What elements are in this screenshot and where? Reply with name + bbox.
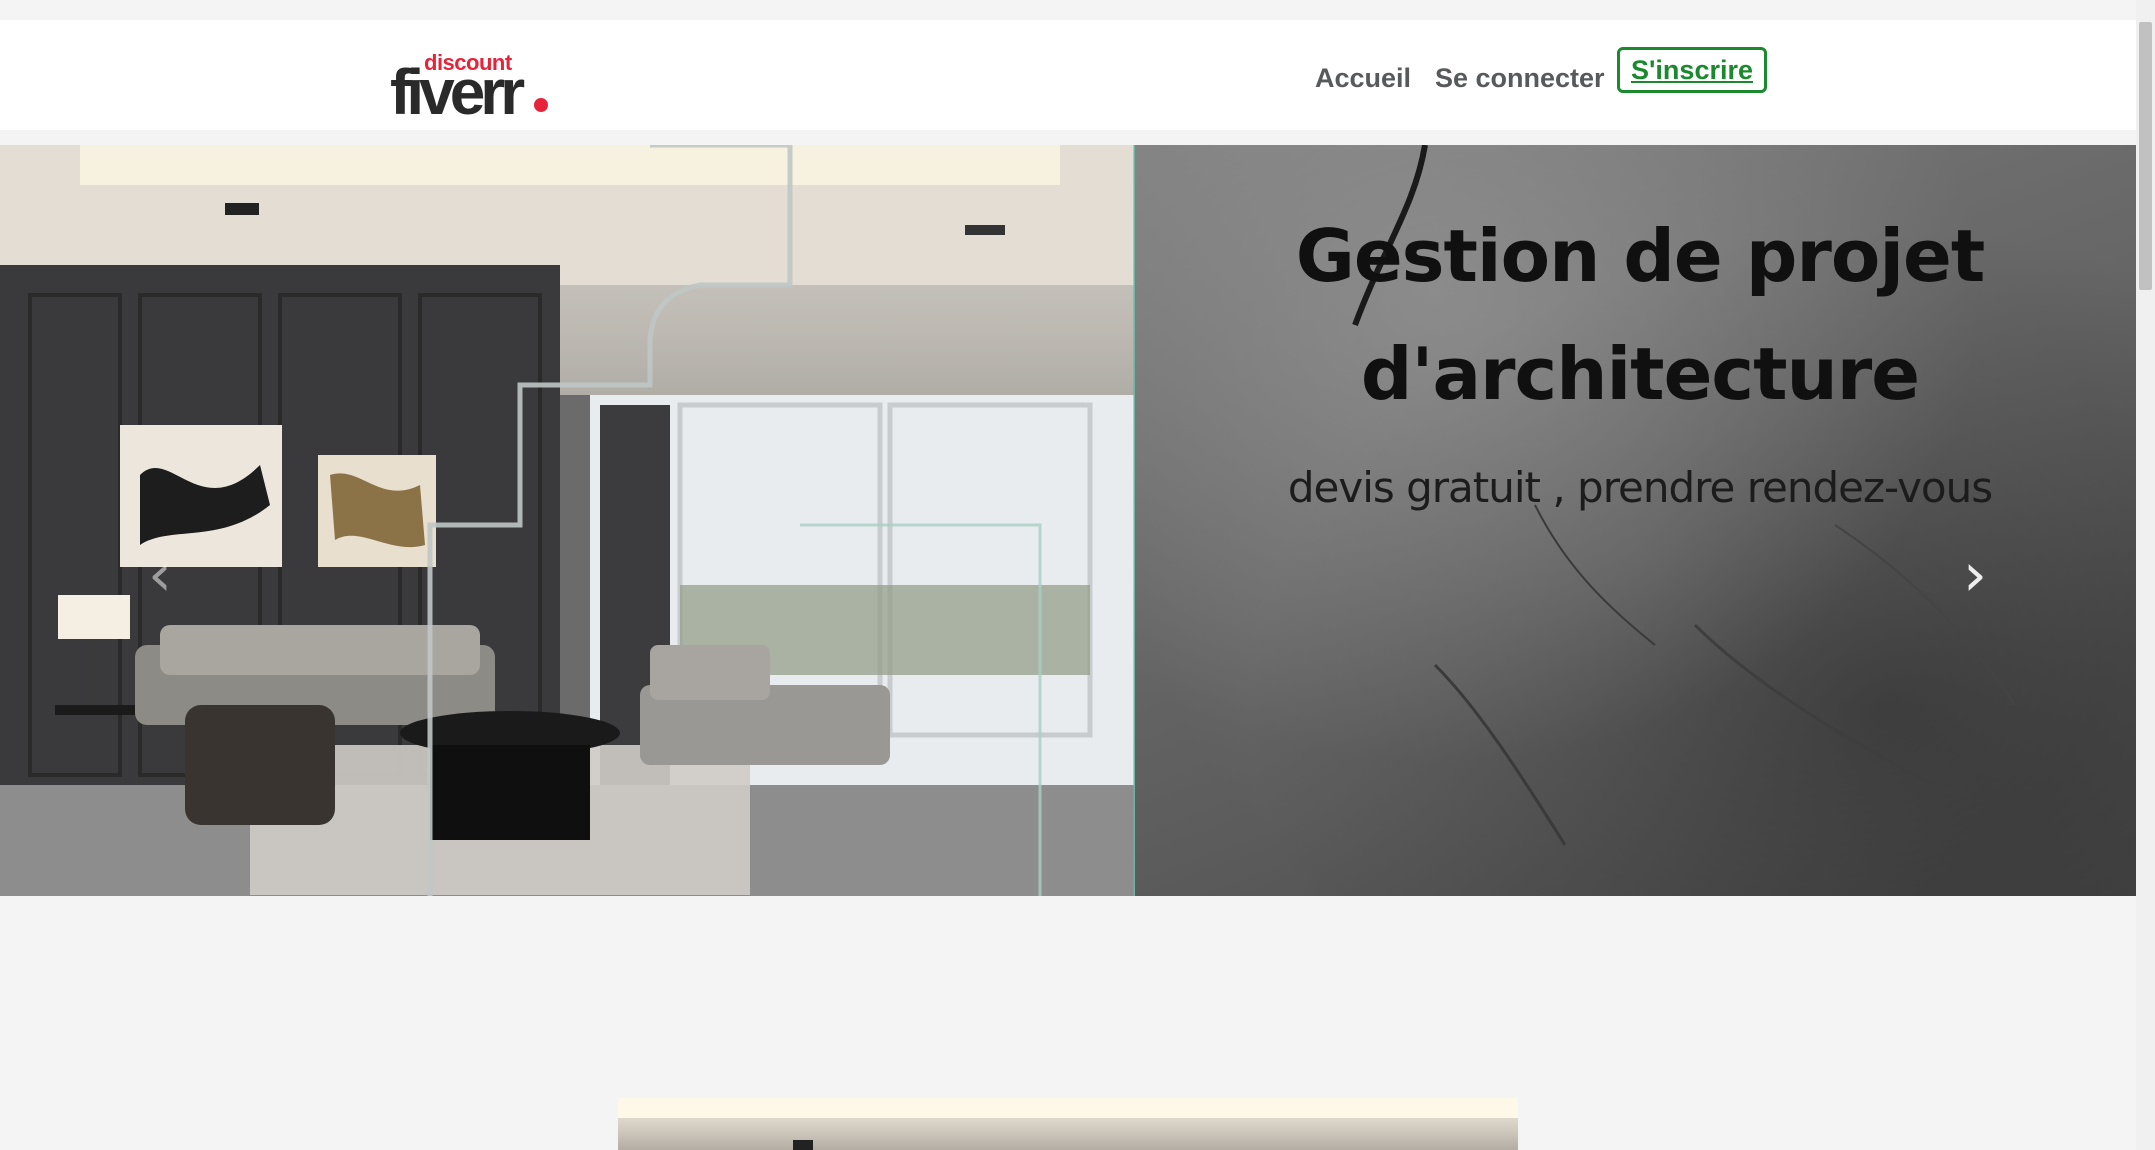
top-strip [0,0,2136,20]
hero-room-image [0,145,1135,896]
nav-item-login[interactable]: Se connecter [1435,50,1605,106]
site-header: discount fiverr Accueil Se connecter S'i… [0,20,2136,130]
site-logo[interactable]: discount fiverr [388,36,558,124]
logo-fiverr-text: fiverr [390,56,525,128]
preview-illustration [618,1098,1518,1150]
slider-prev-button[interactable]: ‹ [140,545,180,605]
slide-title: Gestion de projet d'architecture [1180,197,2100,433]
hero-slider: Gestion de projet d'architecture devis g… [0,145,2136,896]
chevron-right-icon: › [1963,540,1987,610]
nav-link-login[interactable]: Se connecter [1435,63,1605,94]
logo-dot [534,98,548,112]
slide-title-line2: d'architecture [1360,332,1920,416]
signup-button[interactable]: S'inscrire [1617,47,1767,93]
nav-item-home[interactable]: Accueil [1315,50,1411,106]
slide-subtitle: devis gratuit , prendre rendez-vous [1287,463,1993,512]
living-room-illustration [0,145,1135,896]
scrollbar-thumb[interactable] [2139,22,2152,290]
chevron-left-icon: ‹ [148,540,172,610]
nav-link-home[interactable]: Accueil [1315,63,1411,94]
slider-next-button[interactable]: › [1955,545,1995,605]
slide-title-line1: Gestion de projet [1295,214,1986,298]
content-preview-image [618,1098,1518,1150]
